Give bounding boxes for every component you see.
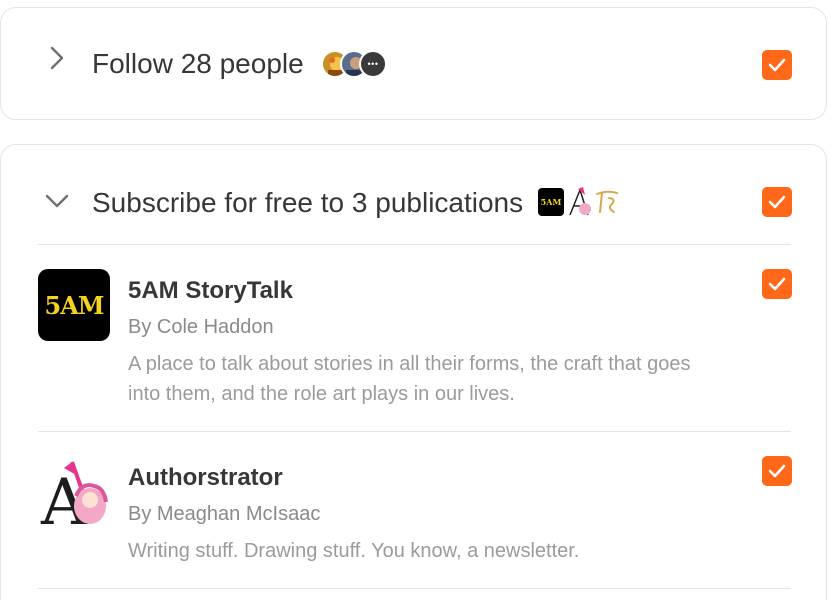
publication-author: By Meaghan McIsaac <box>128 503 321 525</box>
chevron-down-icon[interactable] <box>43 187 71 215</box>
publication-mini-logos: 5AM <box>538 187 620 217</box>
follow-people-card: Follow 28 people ••• <box>0 7 827 120</box>
follow-avatars: ••• <box>321 50 387 78</box>
subscribe-publications-card: Subscribe for free to 3 publications 5AM… <box>0 144 827 600</box>
chevron-right-icon[interactable] <box>43 44 71 72</box>
follow-people-title[interactable]: Follow 28 people <box>92 48 304 80</box>
divider <box>38 244 791 245</box>
publication-checkbox-5am-storytalk[interactable] <box>762 269 792 299</box>
5am-storytalk-logo: 5AM <box>38 269 110 341</box>
subscribe-title[interactable]: Subscribe for free to 3 publications <box>92 187 523 219</box>
5am-logo-text: 5AM <box>44 290 105 320</box>
divider <box>38 588 791 589</box>
more-label: ••• <box>367 59 379 69</box>
publication-description: Writing stuff. Drawing stuff. You know, … <box>128 540 580 562</box>
more-icon[interactable]: ••• <box>359 50 387 78</box>
subscribe-all-checkbox[interactable] <box>762 187 792 217</box>
checkmark-icon <box>768 464 786 478</box>
mini-5am-logo-icon: 5AM <box>538 188 564 216</box>
publication-description: A place to talk about stories in all the… <box>128 353 691 405</box>
authorstrator-logo: A <box>38 456 110 540</box>
mini-authorstrator-logo-icon <box>566 187 594 217</box>
mini-third-logo-icon <box>594 188 620 216</box>
checkmark-icon <box>768 277 786 291</box>
checkmark-icon <box>768 58 786 72</box>
divider <box>38 431 791 432</box>
checkmark-icon <box>768 195 786 209</box>
publication-checkbox-authorstrator[interactable] <box>762 456 792 486</box>
follow-checkbox[interactable] <box>762 50 792 80</box>
mini-5am-logo-text: 5AM <box>540 197 562 207</box>
publication-name[interactable]: Authorstrator <box>128 464 283 492</box>
publication-author: By Cole Haddon <box>128 316 274 338</box>
publication-name[interactable]: 5AM StoryTalk <box>128 277 293 305</box>
